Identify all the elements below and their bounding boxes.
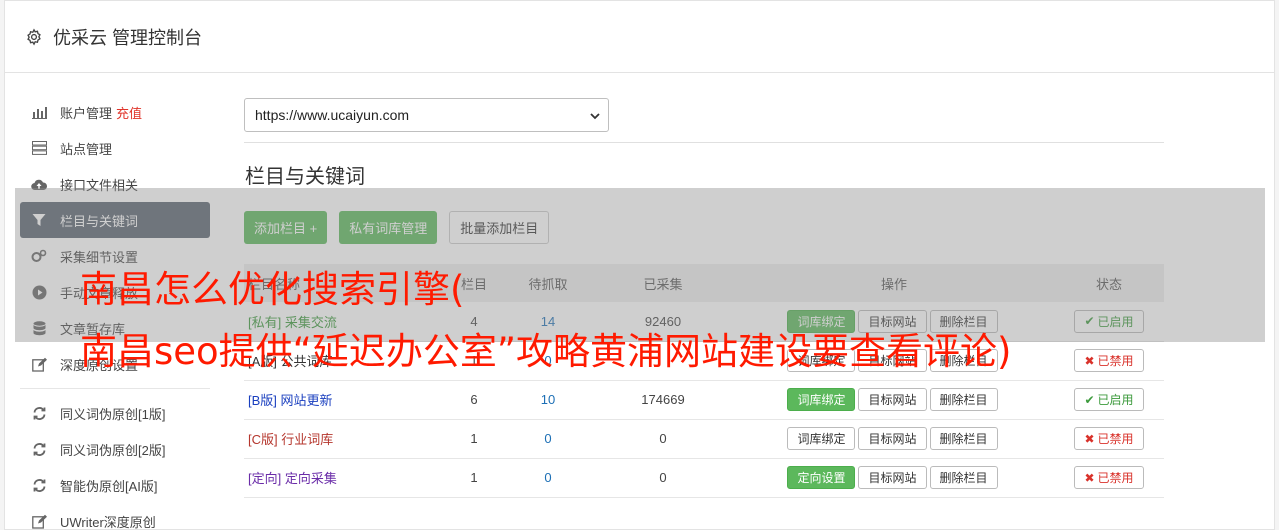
overlay-band (15, 188, 1265, 342)
sidebar-item-label: 账户管理 (60, 105, 113, 121)
sidebar-item-label: 同义词伪原创[1版] (60, 406, 166, 422)
server-icon (31, 140, 47, 156)
actions-cell: 词库绑定 目标网站 删除栏目 (734, 419, 1054, 458)
chevron-down-icon (590, 107, 600, 123)
column-count: 1 (470, 470, 478, 485)
status-label: 已禁用 (1097, 354, 1134, 368)
target-site-button[interactable]: 目标网站 (858, 466, 927, 489)
table-row: [B版] 网站更新 6 10 174669 词库绑定 目标网站 删除栏目 ✔ 已启用 (244, 380, 1164, 419)
sidebar-item-sites[interactable]: 站点管理 (20, 130, 210, 166)
status-cell: ✖ 已禁用 (1054, 341, 1164, 380)
column-tag: [定向] (248, 471, 282, 486)
page-title: 优采云 管理控制台 (53, 27, 203, 48)
sidebar-item-label: 同义词伪原创[2版] (60, 442, 166, 458)
sidebar-item-label: 站点管理 (60, 141, 113, 157)
gear-icon[interactable] (25, 27, 43, 46)
column-tag: [C版] (248, 432, 278, 447)
status-toggle[interactable]: ✖ 已禁用 (1074, 349, 1144, 372)
collected-count: 0 (659, 470, 667, 485)
sidebar-item-synonym-v1[interactable]: 同义词伪原创[1版] (20, 395, 210, 431)
refresh-icon (31, 477, 47, 493)
cross-icon: ✖ (1084, 431, 1095, 446)
check-icon: ✔ (1084, 392, 1095, 407)
status-toggle[interactable]: ✔ 已启用 (1074, 388, 1144, 411)
lexicon-bind-button[interactable]: 定向设置 (787, 466, 856, 489)
actions-cell: 定向设置 目标网站 删除栏目 (734, 458, 1054, 497)
site-select-value: https://www.ucaiyun.com (255, 107, 410, 123)
delete-column-button[interactable]: 删除栏目 (929, 388, 998, 411)
target-site-button[interactable]: 目标网站 (858, 388, 927, 411)
sidebar-item-label: 智能伪原创[AI版] (60, 478, 158, 494)
sidebar-item-synonym-v2[interactable]: 同义词伪原创[2版] (20, 431, 210, 467)
status-label: 已禁用 (1097, 432, 1134, 446)
bar-chart-icon (31, 104, 47, 120)
top-bar: 优采云 管理控制台 (5, 1, 1274, 73)
section-title: 栏目与关键词 (245, 166, 365, 188)
column-name-cell[interactable]: [B版] 网站更新 (244, 380, 444, 419)
sidebar-item-account[interactable]: 账户管理 充值 (20, 94, 210, 130)
column-name-cell[interactable]: [定向] 定向采集 (244, 458, 444, 497)
sidebar-divider (20, 388, 210, 389)
site-select[interactable]: https://www.ucaiyun.com (244, 98, 609, 132)
status-toggle[interactable]: ✖ 已禁用 (1074, 466, 1144, 489)
refresh-icon (31, 405, 47, 421)
status-cell: ✖ 已禁用 (1054, 458, 1164, 497)
pending-count[interactable]: 0 (504, 419, 592, 458)
delete-column-button[interactable]: 删除栏目 (929, 466, 998, 489)
column-name[interactable]: 行业词库 (281, 432, 333, 447)
cross-icon: ✖ (1084, 470, 1095, 485)
watermark-line-2: 南昌seo提供“延迟办公室”攻略黄浦网站建设要查看评论) (80, 330, 1012, 373)
table-row: [C版] 行业词库 1 0 0 词库绑定 目标网站 删除栏目 ✖ 已禁用 (244, 419, 1164, 458)
target-site-button[interactable]: 目标网站 (858, 427, 927, 450)
lexicon-bind-button[interactable]: 词库绑定 (787, 427, 856, 450)
edit-icon (31, 356, 47, 372)
pending-count[interactable]: 0 (504, 458, 592, 497)
status-label: 已启用 (1097, 393, 1134, 407)
pending-count[interactable]: 10 (504, 380, 592, 419)
column-count: 1 (470, 431, 478, 446)
status-cell: ✖ 已禁用 (1054, 419, 1164, 458)
table-row: [定向] 定向采集 1 0 0 定向设置 目标网站 删除栏目 ✖ 已禁用 (244, 458, 1164, 497)
column-name[interactable]: 网站更新 (281, 393, 333, 408)
recharge-link[interactable]: 充值 (116, 103, 142, 122)
edit-icon (31, 513, 47, 529)
actions-cell: 词库绑定 目标网站 删除栏目 (734, 380, 1054, 419)
column-name-cell[interactable]: [C版] 行业词库 (244, 419, 444, 458)
sidebar-item-ai-rewrite[interactable]: 智能伪原创[AI版] (20, 467, 210, 503)
collected-count: 174669 (641, 392, 685, 407)
lexicon-bind-button[interactable]: 词库绑定 (787, 388, 856, 411)
sidebar-item-uwriter[interactable]: UWriter深度原创 (20, 503, 210, 530)
divider (244, 142, 1164, 143)
collected-count: 0 (659, 431, 667, 446)
delete-column-button[interactable]: 删除栏目 (929, 427, 998, 450)
watermark-line-1: 南昌怎么优化搜索引擎( (80, 268, 465, 311)
column-count: 6 (470, 392, 478, 407)
status-cell: ✔ 已启用 (1054, 380, 1164, 419)
column-name[interactable]: 定向采集 (285, 471, 337, 486)
refresh-icon (31, 441, 47, 457)
cross-icon: ✖ (1084, 353, 1095, 368)
column-tag: [B版] (248, 393, 277, 408)
status-label: 已禁用 (1097, 471, 1134, 485)
sidebar-item-label: UWriter深度原创 (60, 514, 156, 530)
status-toggle[interactable]: ✖ 已禁用 (1074, 427, 1144, 450)
